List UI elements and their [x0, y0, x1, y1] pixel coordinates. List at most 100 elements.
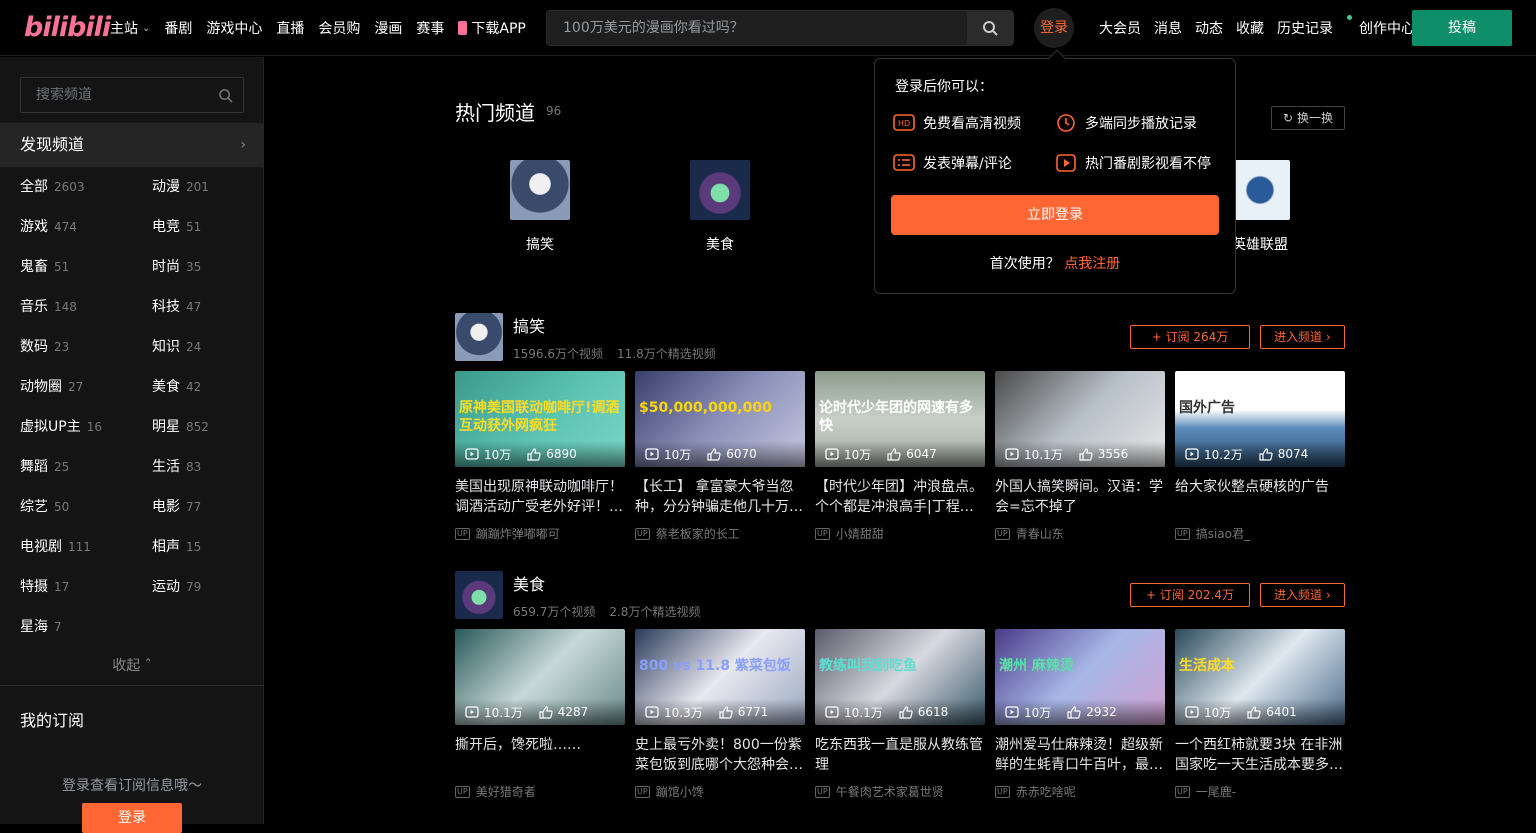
login-now-button[interactable]: 立即登录: [891, 195, 1219, 235]
category-item[interactable]: 鬼畜 51: [20, 247, 152, 287]
nav-creator-center[interactable]: 创作中心: [1359, 18, 1415, 38]
nav-dynamics[interactable]: 动态: [1195, 18, 1223, 38]
enter-channel-button[interactable]: 进入频道 ›: [1260, 583, 1345, 607]
uploader[interactable]: UP 美好猎奇者: [455, 783, 625, 800]
video-card[interactable]: 800 vs 11.8 紫菜包饭 10.3万 6771 史上最亏外卖！800一份紫菜包…: [635, 629, 805, 800]
video-title[interactable]: 外国人搞笑瞬间。汉语：学会=忘不掉了: [995, 477, 1165, 517]
video-card[interactable]: 10.1万 4287 撕开后，馋死啦…… UP 美好猎奇者: [455, 629, 625, 800]
uploader[interactable]: UP 赤赤吃啥呢: [995, 783, 1165, 800]
video-title[interactable]: 潮州爱马仕麻辣烫！超级新鲜的生蚝青口牛百叶，最…: [995, 735, 1165, 775]
uploader[interactable]: UP 午餐肉艺术家葛世贤: [815, 783, 985, 800]
video-card[interactable]: 生活成本 10万 6401 一个西红柿就要3块 在非洲国家吃一天生活成本要多… UP 一尾…: [1175, 629, 1345, 800]
video-card[interactable]: $50,000,000,000 10万 6070 【长工】 拿富豪大爷当忽种，分分钟骗…: [635, 371, 805, 542]
video-title[interactable]: 撕开后，馋死啦……: [455, 735, 625, 775]
uploader[interactable]: UP 蔡老板家的长工: [635, 525, 805, 542]
category-item[interactable]: 运动 79: [152, 567, 250, 607]
search-button[interactable]: [967, 11, 1013, 45]
channel-search-input[interactable]: [21, 78, 211, 112]
uploader[interactable]: UP 青春山东: [995, 525, 1165, 542]
uploader[interactable]: UP 蹦蹦炸弹嘟嘟可: [455, 525, 625, 542]
video-title[interactable]: 【长工】 拿富豪大爷当忽种，分分钟骗走他几十万…: [635, 477, 805, 517]
discover-channels[interactable]: 发现频道 ›: [0, 123, 264, 167]
video-thumbnail[interactable]: 原神美国联动咖啡厅!调酒互动获外网疯狂 10万 6890: [455, 371, 625, 467]
channel-avatar[interactable]: [455, 571, 503, 619]
enter-channel-button[interactable]: 进入频道 ›: [1260, 325, 1345, 349]
uploader[interactable]: UP 蹦馆小馋: [635, 783, 805, 800]
category-item[interactable]: 科技 47: [152, 287, 250, 327]
video-title[interactable]: 【时代少年团】冲浪盘点。个个都是冲浪高手|丁程…: [815, 477, 985, 517]
nav-messages[interactable]: 消息: [1154, 18, 1182, 38]
category-item[interactable]: 综艺 50: [20, 487, 152, 527]
category-item[interactable]: 全部 2603: [20, 167, 152, 207]
hot-channel-item[interactable]: 美食: [675, 160, 765, 254]
search-input[interactable]: [547, 11, 967, 45]
video-title[interactable]: 美国出现原神联动咖啡厅！调酒活动广受老外好评！…: [455, 477, 625, 517]
video-thumbnail[interactable]: 10.1万 4287: [455, 629, 625, 725]
subscribe-button[interactable]: + 订阅 264万: [1130, 325, 1250, 349]
category-item[interactable]: 游戏 474: [20, 207, 152, 247]
video-title[interactable]: 给大家伙整点硬核的广告: [1175, 477, 1345, 517]
video-thumbnail[interactable]: 潮州 麻辣烫 10万 2932: [995, 629, 1165, 725]
category-item[interactable]: 电竞 51: [152, 207, 250, 247]
nav-vip[interactable]: 大会员: [1099, 18, 1141, 38]
channel-title[interactable]: 美食: [513, 571, 545, 595]
bilibili-logo[interactable]: bilibili: [24, 12, 111, 44]
video-thumbnail[interactable]: 10.1万 3556: [995, 371, 1165, 467]
video-card[interactable]: 潮州 麻辣烫 10万 2932 潮州爱马仕麻辣烫！超级新鲜的生蚝青口牛百叶，最… UP 赤…: [995, 629, 1165, 800]
login-avatar-button[interactable]: 登录: [1034, 8, 1074, 48]
category-item[interactable]: 虚拟UP主 16: [20, 407, 152, 447]
category-item[interactable]: 音乐 148: [20, 287, 152, 327]
channel-avatar[interactable]: [455, 313, 503, 361]
hot-channel-item[interactable]: 搞笑: [495, 160, 585, 254]
video-thumbnail[interactable]: 国外广告 10.2万 8074: [1175, 371, 1345, 467]
nav-live[interactable]: 直播: [276, 18, 304, 38]
swap-button[interactable]: ↻ 换一换: [1271, 106, 1345, 130]
category-item[interactable]: 电视剧 111: [20, 527, 152, 567]
category-item[interactable]: 特摄 17: [20, 567, 152, 607]
video-title[interactable]: 一个西红柿就要3块 在非洲国家吃一天生活成本要多…: [1175, 735, 1345, 775]
nav-history[interactable]: 历史记录: [1277, 15, 1352, 38]
collapse-button[interactable]: 收起 ˆ: [0, 655, 264, 675]
sidebar-login-button[interactable]: 登录: [82, 803, 182, 833]
category-item[interactable]: 电影 77: [152, 487, 250, 527]
category-item[interactable]: 美食 42: [152, 367, 250, 407]
upload-button[interactable]: 投稿: [1412, 10, 1512, 46]
category-item[interactable]: 生活 83: [152, 447, 250, 487]
channel-title[interactable]: 搞笑: [513, 313, 545, 337]
category-item[interactable]: 相声 15: [152, 527, 250, 567]
video-thumbnail[interactable]: $50,000,000,000 10万 6070: [635, 371, 805, 467]
video-card[interactable]: 教练叫我别吃鱼 10.1万 6618 吃东西我一直是服从教练管理 UP 午餐肉艺术家葛世贤: [815, 629, 985, 800]
video-thumbnail[interactable]: 生活成本 10万 6401: [1175, 629, 1345, 725]
video-card[interactable]: 论时代少年团的网速有多快 10万 6047 【时代少年团】冲浪盘点。个个都是冲浪高手|…: [815, 371, 985, 542]
search-icon[interactable]: [218, 88, 233, 103]
category-item[interactable]: 知识 24: [152, 327, 250, 367]
category-item[interactable]: 动漫 201: [152, 167, 250, 207]
category-item[interactable]: 时尚 35: [152, 247, 250, 287]
uploader[interactable]: UP 一尾鹿-: [1175, 783, 1345, 800]
uploader[interactable]: UP 搞siao君_: [1175, 525, 1345, 542]
nav-favorites[interactable]: 收藏: [1236, 18, 1264, 38]
video-card[interactable]: 10.1万 3556 外国人搞笑瞬间。汉语：学会=忘不掉了 UP 青春山东: [995, 371, 1165, 542]
register-link[interactable]: 点我注册: [1064, 256, 1120, 272]
nav-game-center[interactable]: 游戏中心: [206, 18, 262, 38]
subscribe-button[interactable]: + 订阅 202.4万: [1130, 583, 1250, 607]
video-title[interactable]: 史上最亏外卖！800一份紫菜包饭到底哪个大怨种会…: [635, 735, 805, 775]
uploader[interactable]: UP 小婧甜甜: [815, 525, 985, 542]
nav-home[interactable]: 主站 ⌄: [110, 18, 150, 38]
video-thumbnail[interactable]: 论时代少年团的网速有多快 10万 6047: [815, 371, 985, 467]
category-item[interactable]: 明星 852: [152, 407, 250, 447]
nav-mall[interactable]: 会员购: [318, 18, 360, 38]
category-item[interactable]: 舞蹈 25: [20, 447, 152, 487]
video-title[interactable]: 吃东西我一直是服从教练管理: [815, 735, 985, 775]
nav-esports[interactable]: 赛事: [416, 18, 444, 38]
video-thumbnail[interactable]: 800 vs 11.8 紫菜包饭 10.3万 6771: [635, 629, 805, 725]
nav-download-app[interactable]: 下载APP: [458, 18, 526, 38]
video-thumbnail[interactable]: 教练叫我别吃鱼 10.1万 6618: [815, 629, 985, 725]
category-item[interactable]: 动物圈 27: [20, 367, 152, 407]
nav-manga[interactable]: 漫画: [374, 18, 402, 38]
category-item[interactable]: 数码 23: [20, 327, 152, 367]
video-card[interactable]: 国外广告 10.2万 8074 给大家伙整点硬核的广告 UP 搞siao君_: [1175, 371, 1345, 542]
nav-anime[interactable]: 番剧: [164, 18, 192, 38]
category-item[interactable]: 星海 7: [20, 607, 152, 647]
video-card[interactable]: 原神美国联动咖啡厅!调酒互动获外网疯狂 10万 6890 美国出现原神联动咖啡厅！调酒…: [455, 371, 625, 542]
